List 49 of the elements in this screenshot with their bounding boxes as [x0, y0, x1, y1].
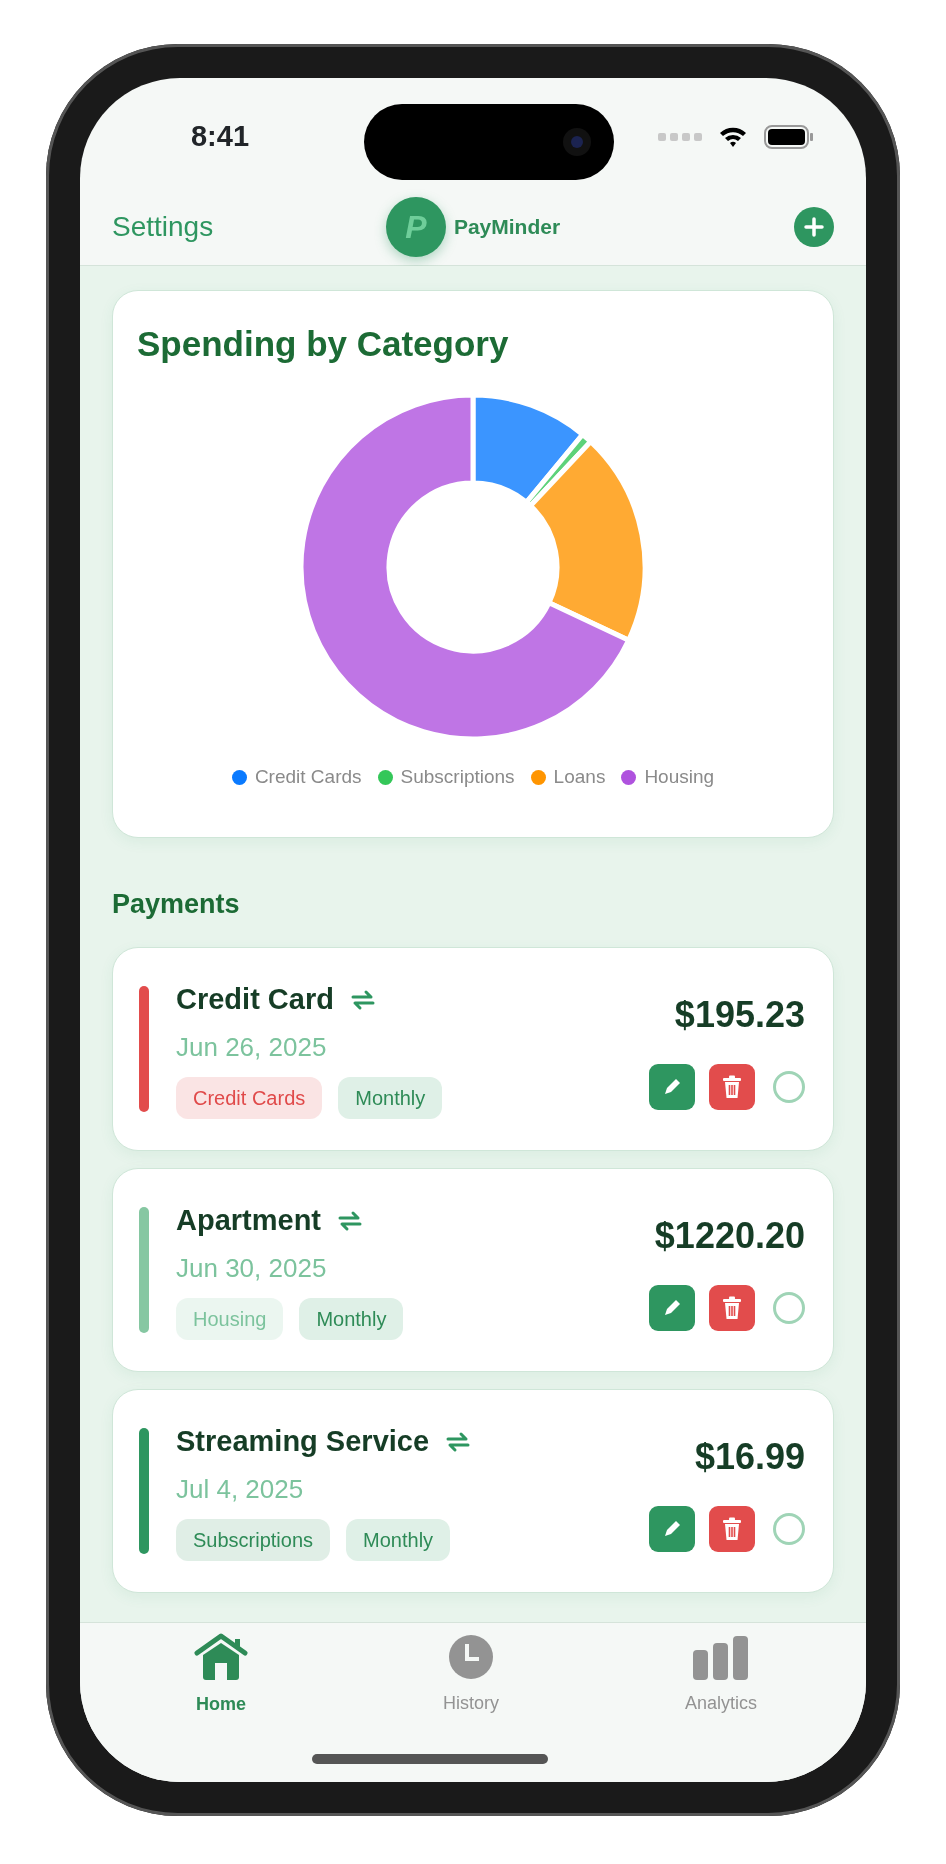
payment-name: Streaming Service	[176, 1424, 430, 1460]
settings-link[interactable]: Settings	[112, 205, 292, 248]
trash-icon	[721, 1295, 743, 1320]
category-tag: Credit Cards	[176, 1076, 323, 1119]
paid-checkbox[interactable]	[773, 1512, 805, 1545]
delete-button[interactable]	[709, 1505, 755, 1552]
payment-amount: $1220.20	[654, 1213, 805, 1258]
edit-button[interactable]	[649, 1063, 695, 1110]
payment-amount: $195.23	[674, 992, 805, 1037]
delete-button[interactable]	[709, 1063, 755, 1110]
payment-date: Jul 4, 2025	[176, 1472, 305, 1506]
payment-date: Jun 26, 2025	[176, 1030, 328, 1064]
payment-date: Jun 30, 2025	[176, 1251, 328, 1285]
plus-icon	[803, 215, 825, 238]
home-icon	[194, 1633, 248, 1681]
legend-label: Loans	[553, 765, 606, 789]
chart-title: Spending by Category	[137, 323, 510, 365]
signal-icon	[658, 132, 702, 142]
legend-label: Credit Cards	[254, 765, 362, 789]
tab-bar-item[interactable]: Home	[156, 1633, 286, 1717]
trash-icon	[721, 1516, 743, 1541]
section-heading: Payments	[112, 888, 241, 921]
frequency-tag: Monthly	[338, 1076, 443, 1119]
wifi-icon	[718, 125, 748, 149]
category-tag: Housing	[176, 1297, 284, 1340]
paid-checkbox[interactable]	[773, 1070, 805, 1103]
clock-time: 8:41	[189, 119, 250, 155]
bar-chart-icon	[692, 1636, 750, 1680]
legend-label: Subscriptions	[400, 765, 515, 789]
payment-name: Apartment	[176, 1203, 321, 1239]
trash-icon	[721, 1074, 743, 1099]
legend-label: Housing	[644, 765, 715, 789]
edit-button[interactable]	[649, 1284, 695, 1331]
frequency-tag: Monthly	[299, 1297, 404, 1340]
paid-checkbox[interactable]	[773, 1291, 805, 1324]
delete-button[interactable]	[709, 1284, 755, 1331]
tab-bar-item[interactable]: History	[406, 1633, 536, 1717]
app-name: PayMinder	[453, 213, 561, 240]
frequency-tag: Monthly	[346, 1518, 451, 1561]
camera-icon	[562, 127, 592, 157]
payment-amount: $16.99	[694, 1434, 805, 1479]
add-button[interactable]	[794, 206, 834, 247]
category-tag: Subscriptions	[176, 1518, 331, 1561]
battery-icon	[764, 124, 814, 150]
app-logo: P	[385, 196, 446, 257]
tab-bar-item[interactable]: Analytics	[656, 1633, 786, 1717]
payment-name: Credit Card	[176, 982, 334, 1018]
edit-button[interactable]	[649, 1505, 695, 1552]
clock-icon	[448, 1634, 494, 1680]
